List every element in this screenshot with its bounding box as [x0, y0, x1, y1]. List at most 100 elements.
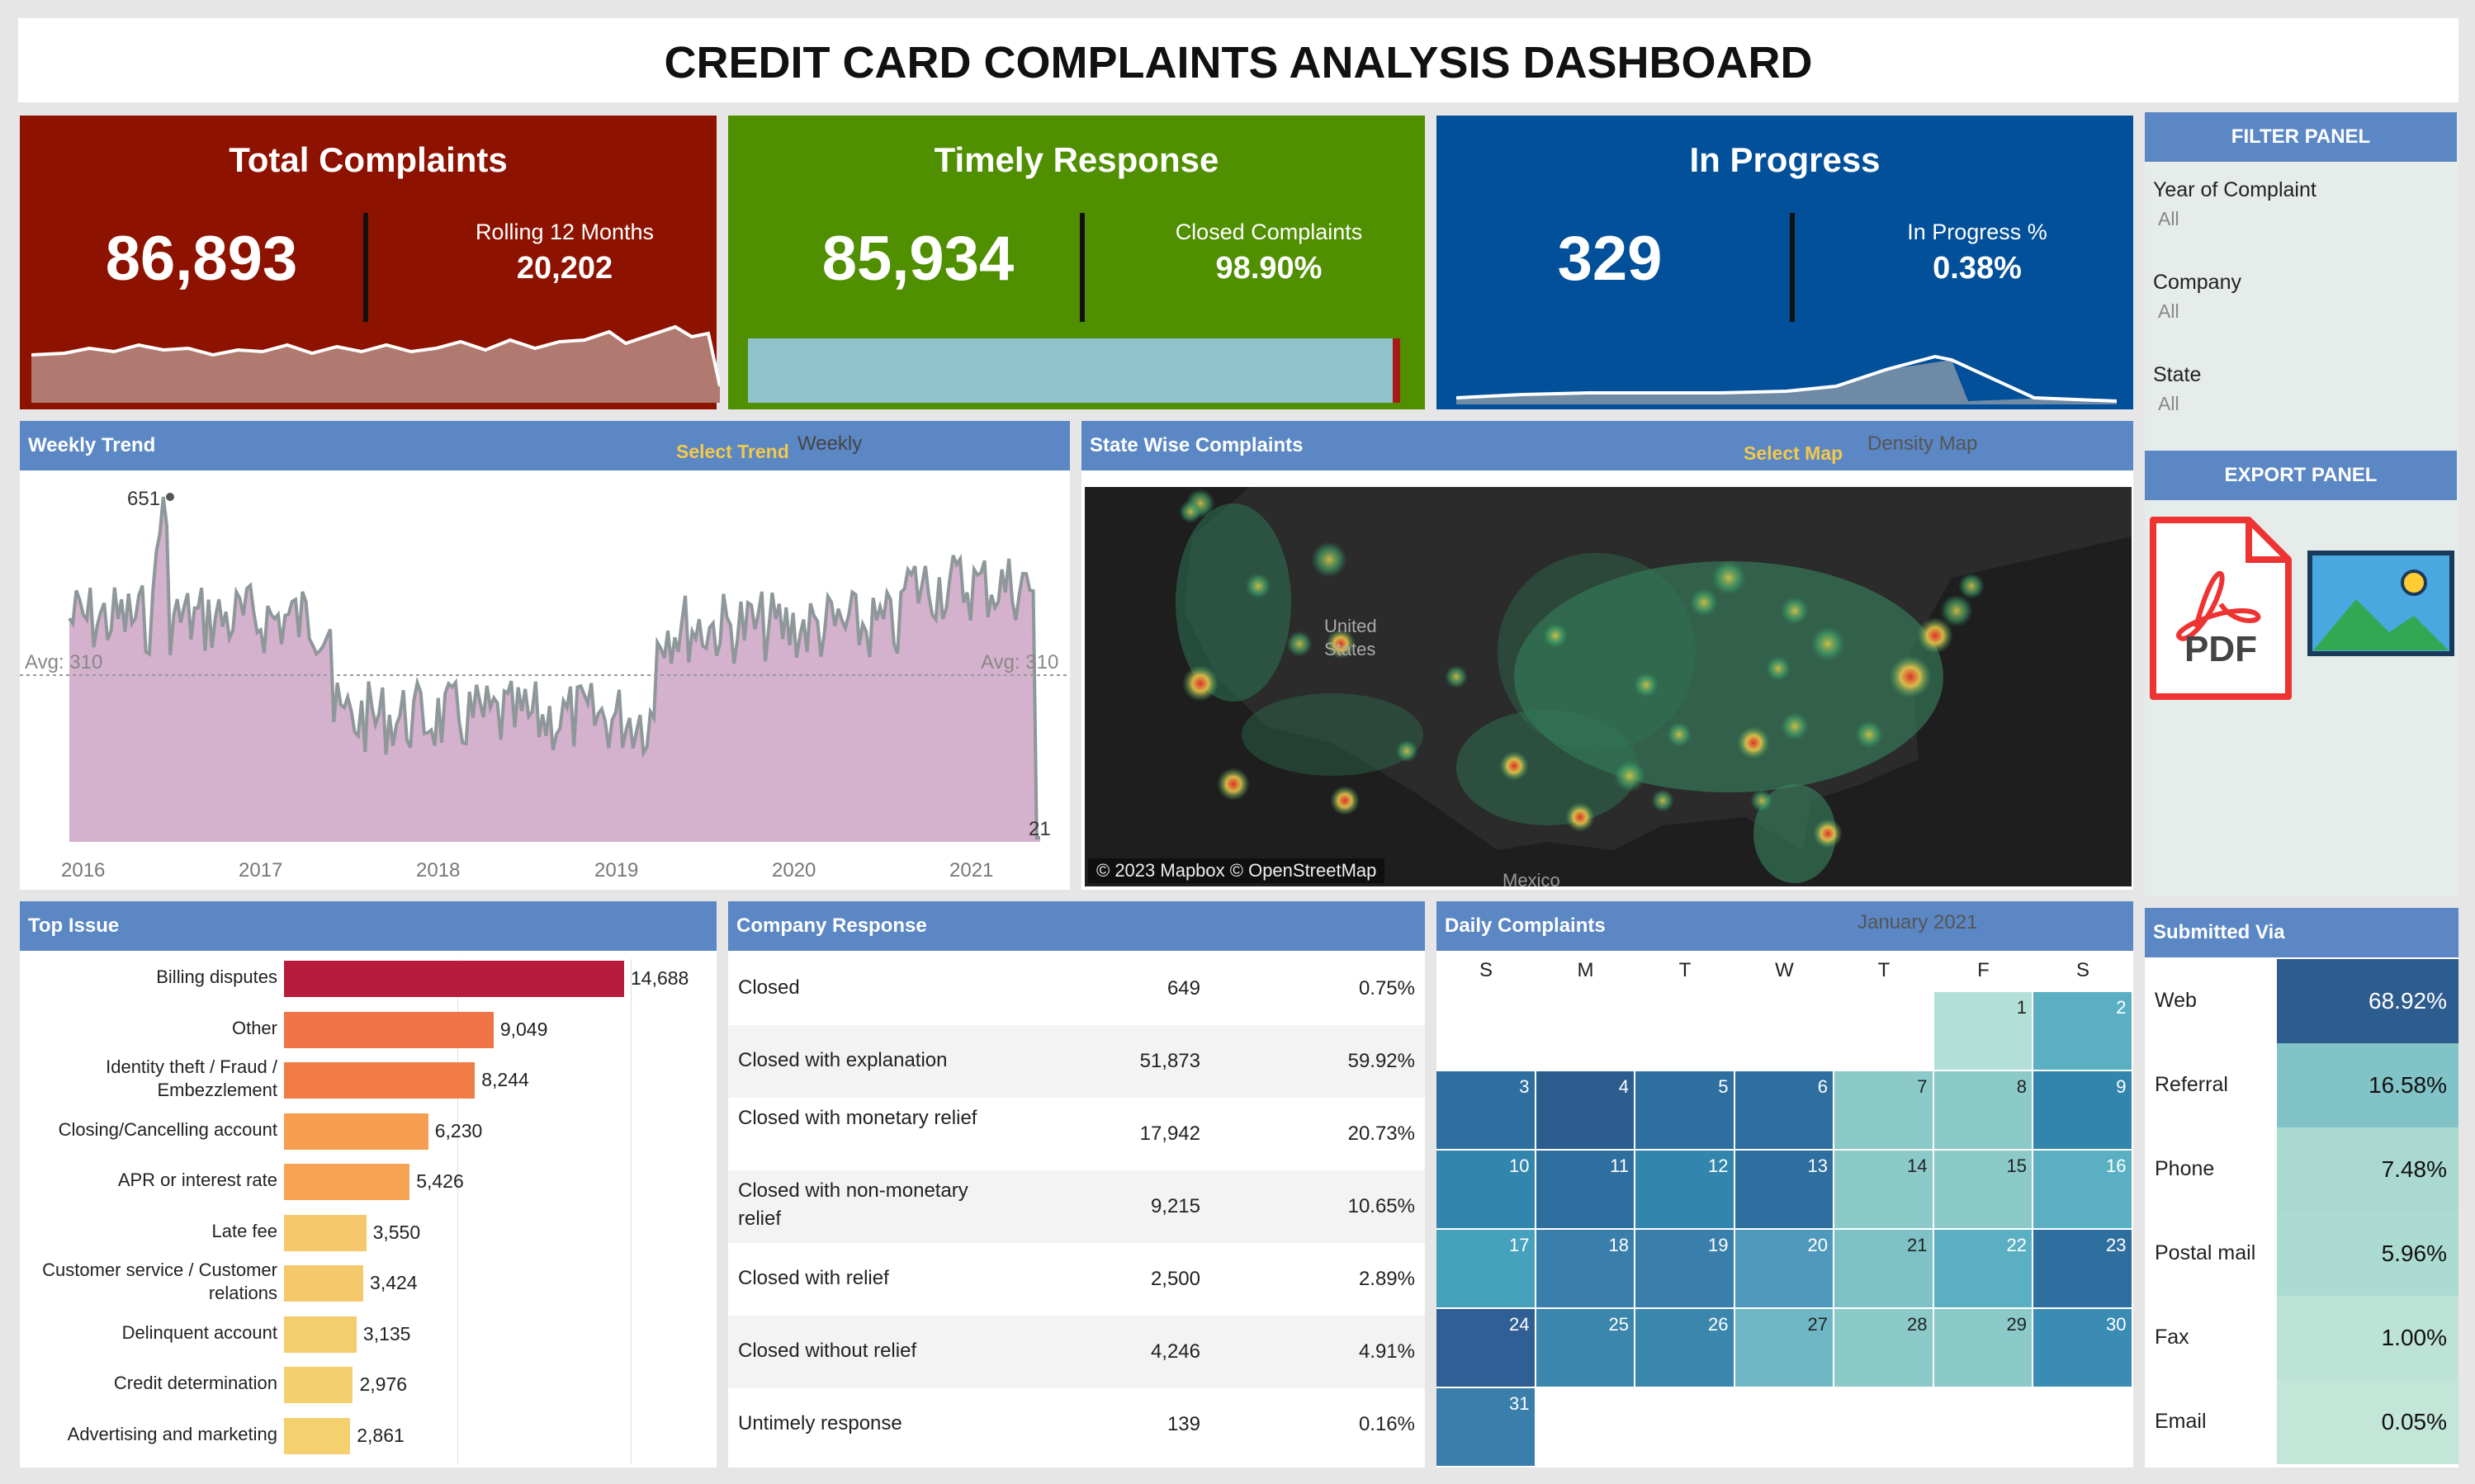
top-issue-bar[interactable] [284, 1265, 364, 1302]
kpi-timely-progress-fill [748, 338, 1394, 403]
kpi-timely-title: Timely Response [934, 140, 1219, 179]
map-label-us-2: States [1324, 639, 1375, 659]
top-issue-bar[interactable] [284, 1113, 428, 1150]
calendar-day[interactable]: 6 [1734, 1071, 1833, 1149]
calendar-day[interactable]: 18 [1536, 1230, 1634, 1307]
response-count: 4,246 [1150, 1340, 1200, 1363]
calendar-day[interactable]: 3 [1436, 1071, 1535, 1149]
calendar-day[interactable]: 19 [1635, 1230, 1734, 1307]
top-issue-label: Billing disputes [156, 966, 277, 987]
calendar-day[interactable]: 20 [1734, 1230, 1833, 1307]
calendar-day[interactable]: 5 [1635, 1071, 1734, 1149]
top-issue-bar[interactable] [284, 1214, 367, 1251]
top-issue-bar[interactable] [284, 1417, 351, 1454]
top-issue-bar[interactable] [284, 1011, 494, 1048]
response-name: Closed with relief [738, 1267, 889, 1289]
select-trend-dropdown[interactable]: Weekly [797, 432, 862, 456]
channel-name: Web [2155, 989, 2197, 1012]
submitted-via-row[interactable]: Referral 16.58% [2145, 1043, 2458, 1127]
top-issue-value: 14,688 [631, 967, 689, 989]
submitted-via-row[interactable]: Phone 7.48% [2145, 1127, 2458, 1212]
kpi-timely-response[interactable]: Timely Response 85,934 Closed Complaints… [728, 116, 1425, 409]
top-issue-row[interactable]: Other 9,049 [20, 1010, 717, 1052]
map-label-us-1: United [1324, 616, 1377, 636]
calendar-day[interactable]: 16 [2033, 1151, 2132, 1228]
calendar-day[interactable]: 7 [1834, 1071, 1933, 1149]
density-map[interactable]: United States Mexico © 2023 Mapbox © Ope… [1085, 487, 2132, 886]
calendar-day[interactable]: 30 [2033, 1309, 2132, 1387]
company-response-row[interactable]: Closed with explanation 51,873 59.92% [728, 1025, 1425, 1098]
response-count: 2,500 [1150, 1268, 1200, 1290]
select-map-dropdown[interactable]: Density Map [1867, 432, 1977, 456]
top-issue-value: 5,426 [416, 1170, 464, 1192]
pdf-export-button[interactable]: PDF [2146, 513, 2295, 705]
top-issue-row[interactable]: Identity theft / Fraud / Embezzlement 8,2… [20, 1056, 717, 1102]
company-response-row[interactable]: Untimely response 139 0.16% [728, 1388, 1425, 1461]
top-issue-row[interactable]: Billing disputes 14,688 [20, 959, 717, 1000]
company-response-panel: Company Response Closed 649 0.75% Closed wi… [728, 901, 1425, 1467]
calendar-day[interactable]: 10 [1436, 1151, 1535, 1228]
company-response-row[interactable]: Closed with non-monetary relief 9,215 10.6… [728, 1170, 1425, 1243]
top-issue-row[interactable]: Late fee 3,550 [20, 1213, 717, 1255]
weekday-header: F [1977, 959, 1990, 981]
top-issue-label: Identity theft / Fraud / Embezzlement [106, 1056, 277, 1100]
top-issue-bar[interactable] [284, 1367, 353, 1403]
company-response-row[interactable]: Closed with relief 2,500 2.89% [728, 1243, 1425, 1316]
top-issue-row[interactable]: Closing/Cancelling account 6,230 [20, 1112, 717, 1153]
filter-company-dropdown[interactable]: All [2158, 300, 2179, 323]
calendar-day[interactable]: 28 [1834, 1309, 1933, 1387]
submitted-via-row[interactable]: Fax 1.00% [2145, 1296, 2458, 1380]
calendar-day[interactable]: 15 [1933, 1151, 2032, 1228]
calendar-day[interactable]: 11 [1536, 1151, 1634, 1228]
calendar-day[interactable]: 31 [1436, 1388, 1535, 1466]
filter-state-dropdown[interactable]: All [2158, 393, 2179, 415]
year-tick-2020: 2020 [772, 859, 816, 881]
calendar-day[interactable]: 26 [1635, 1309, 1734, 1387]
calendar-day[interactable]: 23 [2033, 1230, 2132, 1307]
calendar-day[interactable]: 14 [1834, 1151, 1933, 1228]
response-percent: 20.73% [1347, 1122, 1415, 1145]
filter-year-dropdown[interactable]: All [2158, 208, 2179, 230]
map-attribution[interactable]: © 2023 Mapbox © OpenStreetMap [1088, 858, 1385, 883]
top-issue-bar[interactable] [284, 1316, 357, 1353]
calendar-day[interactable]: 8 [1933, 1071, 2032, 1149]
kpi-progress-sub-value: 0.38% [1933, 251, 2022, 286]
calendar-day[interactable]: 1 [1933, 992, 2032, 1070]
kpi-total-complaints[interactable]: Total Complaints 86,893 Rolling 12 Month… [20, 116, 720, 409]
submitted-via-row[interactable]: Web 68.92% [2145, 959, 2458, 1043]
company-response-row[interactable]: Closed with monetary relief 17,942 20.73% [728, 1098, 1425, 1170]
top-issue-bar[interactable] [284, 1062, 476, 1099]
calendar-day[interactable]: 24 [1436, 1309, 1535, 1387]
company-response-row[interactable]: Closed 649 0.75% [728, 952, 1425, 1025]
kpi-in-progress[interactable]: In Progress 329 In Progress % 0.38% [1436, 116, 2133, 409]
image-export-button[interactable] [2307, 550, 2455, 657]
top-issue-row[interactable]: Delinquent account 3,135 [20, 1315, 717, 1356]
top-issue-bar[interactable] [284, 1164, 410, 1200]
kpi-total-sparkline [31, 324, 720, 403]
top-issue-row[interactable]: Advertising and marketing 2,861 [20, 1416, 717, 1458]
submitted-via-row[interactable]: Postal mail 5.96% [2145, 1212, 2458, 1296]
top-issue-row[interactable]: APR or interest rate 5,426 [20, 1162, 717, 1203]
response-percent: 0.75% [1358, 977, 1415, 1000]
select-map-label: Select Map [1744, 442, 1843, 464]
calendar-day[interactable]: 2 [2033, 992, 2132, 1070]
submitted-via-row[interactable]: Email 0.05% [2145, 1380, 2458, 1464]
company-response-row[interactable]: Closed without relief 4,246 4.91% [728, 1316, 1425, 1388]
calendar-day[interactable]: 4 [1536, 1071, 1634, 1149]
kpi-timely-sub-label: Closed Complaints [1175, 220, 1363, 244]
weekly-trend-chart: 651 21 Avg: 310 Avg: 310 2016 2017 2018 … [20, 488, 1070, 881]
top-issue-row[interactable]: Credit determination 2,976 [20, 1365, 717, 1406]
calendar-day[interactable]: 21 [1834, 1230, 1933, 1307]
calendar-day[interactable]: 25 [1536, 1309, 1634, 1387]
top-issue-value: 9,049 [499, 1018, 548, 1040]
calendar-day[interactable]: 29 [1933, 1309, 2032, 1387]
calendar-day[interactable]: 22 [1933, 1230, 2032, 1307]
calendar-day[interactable]: 27 [1734, 1309, 1833, 1387]
weekday-header: M [1577, 959, 1594, 981]
top-issue-row[interactable]: Customer service / Customer relations 3,4… [20, 1260, 717, 1305]
calendar-day[interactable]: 12 [1635, 1151, 1734, 1228]
top-issue-bar[interactable] [284, 961, 624, 997]
calendar-day[interactable]: 17 [1436, 1230, 1535, 1307]
calendar-day[interactable]: 9 [2033, 1071, 2132, 1149]
calendar-day[interactable]: 13 [1734, 1151, 1833, 1228]
